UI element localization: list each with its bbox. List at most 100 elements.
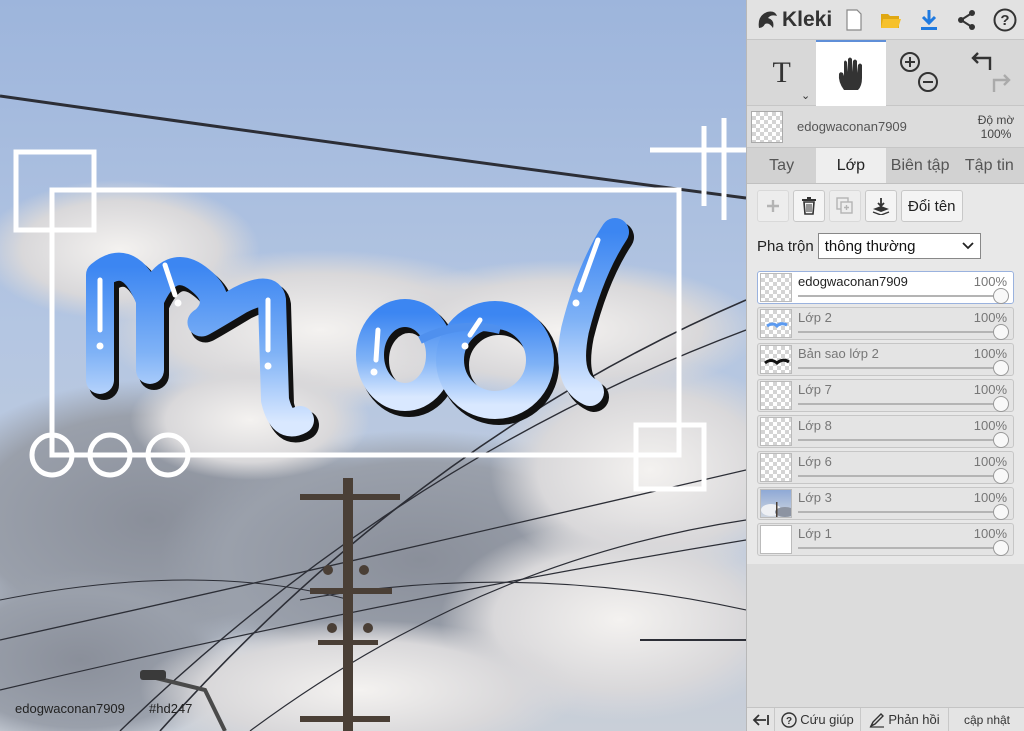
share-button[interactable] <box>948 0 986 40</box>
undo-icon[interactable] <box>971 52 992 70</box>
layer-name: Lớp 2 <box>798 310 832 325</box>
layer-opacity-slider[interactable] <box>798 295 1001 297</box>
text-tool-button[interactable]: T ⌄ <box>747 40 816 106</box>
layer-opacity-handle[interactable] <box>993 396 1009 412</box>
layer-opacity-slider[interactable] <box>798 331 1001 333</box>
layer-thumbnail <box>760 345 792 374</box>
opacity-value: 100% <box>980 126 1012 141</box>
layer-opacity-handle[interactable] <box>993 360 1009 376</box>
history-icons <box>971 52 1012 92</box>
feedback-label: Phản hồi <box>888 712 940 727</box>
layer-item[interactable]: edogwaconan7909 100% <box>757 271 1014 304</box>
layer-name: Lớp 6 <box>798 454 832 469</box>
layer-opacity-handle[interactable] <box>993 540 1009 556</box>
redo-icon[interactable] <box>993 74 1012 92</box>
duplicate-layer-button[interactable] <box>829 190 861 222</box>
layer-opacity: 100% <box>973 382 1007 397</box>
opacity-label: Độ mờ <box>977 112 1015 127</box>
kleki-logo[interactable]: Kleki <box>747 8 835 32</box>
layer-opacity-slider[interactable] <box>798 511 1001 513</box>
hand-icon <box>838 57 862 90</box>
share-icon <box>958 9 976 30</box>
help-icon: ? <box>993 8 1017 31</box>
download-icon <box>921 9 938 30</box>
layer-opacity-handle[interactable] <box>993 432 1009 448</box>
delete-layer-button[interactable] <box>793 190 825 222</box>
update-label: cập nhật <box>963 712 1011 727</box>
layer-item[interactable]: Lớp 2 100% <box>757 307 1014 340</box>
current-layer-name: edogwaconan7909 <box>797 119 907 134</box>
layer-item[interactable]: Lớp 1 100% <box>757 523 1014 556</box>
open-file-button[interactable] <box>873 0 911 40</box>
layer-opacity-slider[interactable] <box>798 439 1001 441</box>
layer-opacity-slider[interactable] <box>798 547 1001 549</box>
feedback-pen-icon <box>869 712 885 728</box>
help-link[interactable]: ? Cứu giúp <box>775 708 861 731</box>
merge-down-icon <box>872 198 890 215</box>
layer-thumbnail-art <box>766 322 788 329</box>
svg-text:?: ? <box>786 716 792 727</box>
merge-down-button[interactable] <box>865 190 897 222</box>
layer-opacity-slider[interactable] <box>798 403 1001 405</box>
layer-name: Lớp 8 <box>798 418 832 433</box>
tab-file[interactable]: Tập tin <box>955 148 1024 183</box>
layer-thumbnail <box>760 417 792 446</box>
zoom-controls <box>886 40 955 106</box>
hand-tool-button[interactable] <box>816 40 886 106</box>
history-controls <box>955 40 1024 106</box>
caption-hashtag: #hd247 <box>149 701 193 716</box>
app-name: Kleki <box>782 7 833 31</box>
layer-name: Lớp 3 <box>798 490 832 505</box>
tab-edit[interactable]: Biên tập <box>886 148 955 183</box>
side-panel: Kleki ? T ⌄ edogwaconan7909 Độ mờ 100% T… <box>746 0 1024 731</box>
layer-item[interactable]: Lớp 8 100% <box>757 415 1014 448</box>
layer-thumbnail <box>760 381 792 410</box>
open-folder-icon <box>881 13 902 28</box>
layer-item[interactable]: Bản sao lớp 2 100% <box>757 343 1014 376</box>
opacity-control[interactable]: Độ mờ 100% <box>972 113 1020 141</box>
layer-toolbar: Đổi tên <box>747 184 1024 228</box>
layer-thumbnail <box>760 309 792 338</box>
add-layer-button[interactable] <box>757 190 789 222</box>
layer-opacity-handle[interactable] <box>993 468 1009 484</box>
layer-opacity: 100% <box>973 454 1007 469</box>
layer-item[interactable]: Lớp 3 100% <box>757 487 1014 520</box>
layer-thumbnail <box>760 273 792 302</box>
layer-opacity: 100% <box>973 274 1007 289</box>
rename-layer-button[interactable]: Đổi tên <box>901 190 963 222</box>
update-link[interactable]: cập nhật <box>949 708 1024 731</box>
tab-layers[interactable]: Lớp <box>816 148 886 183</box>
layer-thumbnail <box>760 489 792 518</box>
caption-username: edogwaconan7909 <box>15 701 125 716</box>
zoom-out-icon[interactable] <box>918 72 939 92</box>
kleki-app: edogwaconan7909 #hd247 Kleki ? T ⌄ edogw… <box>0 0 1024 731</box>
blend-mode-value: thông thường <box>824 237 916 255</box>
drawing-canvas[interactable]: edogwaconan7909 #hd247 <box>0 0 746 731</box>
layer-opacity-slider[interactable] <box>798 475 1001 477</box>
chevron-down-icon[interactable]: ⌄ <box>801 89 810 102</box>
layer-name: Lớp 1 <box>798 526 832 541</box>
help-circle-icon: ? <box>781 711 797 728</box>
add-layer-icon <box>767 200 779 212</box>
zoom-icons <box>900 52 939 92</box>
kleki-logo-icon <box>758 11 777 28</box>
collapse-panel-button[interactable] <box>747 708 775 731</box>
layer-opacity-slider[interactable] <box>798 367 1001 369</box>
blend-mode-select[interactable]: thông thường <box>817 233 981 259</box>
download-button[interactable] <box>910 0 948 40</box>
layer-opacity-handle[interactable] <box>993 324 1009 340</box>
top-toolbar: Kleki ? <box>747 0 1024 40</box>
layer-opacity-handle[interactable] <box>993 288 1009 304</box>
zoom-in-icon[interactable] <box>900 52 921 72</box>
layer-opacity: 100% <box>973 418 1007 433</box>
blend-mode-label: Pha trộn <box>757 237 814 255</box>
layer-opacity: 100% <box>973 490 1007 505</box>
help-button[interactable]: ? <box>986 0 1024 40</box>
layer-item[interactable]: Lớp 7 100% <box>757 379 1014 412</box>
tab-brush[interactable]: Tay <box>747 148 816 183</box>
tool-row: T ⌄ <box>747 40 1024 106</box>
layer-item[interactable]: Lớp 6 100% <box>757 451 1014 484</box>
new-file-button[interactable] <box>835 0 873 40</box>
feedback-link[interactable]: Phản hồi <box>861 708 949 731</box>
layer-opacity-handle[interactable] <box>993 504 1009 520</box>
